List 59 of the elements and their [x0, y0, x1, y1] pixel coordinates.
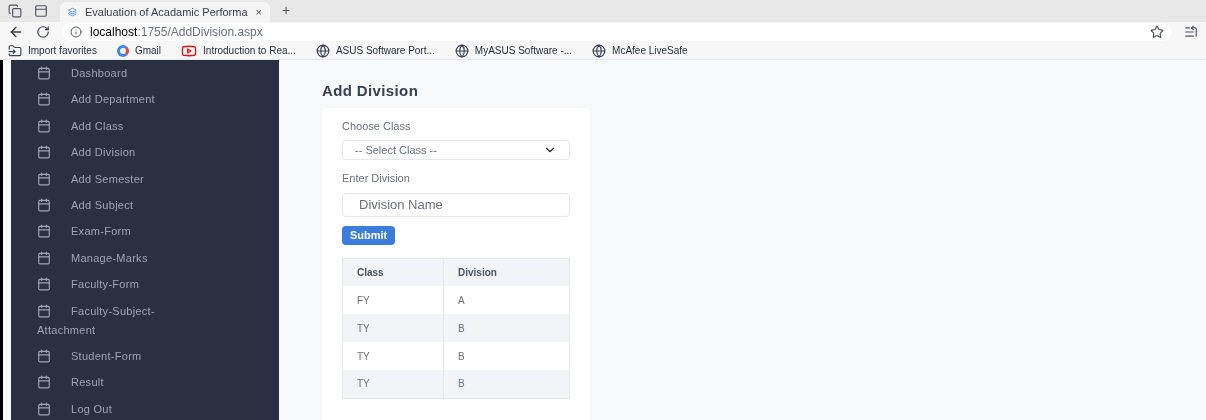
calendar-icon [37, 375, 51, 390]
sidebar-item[interactable]: Manage-Marks [37, 248, 197, 268]
sidebar-item[interactable]: Add Subject [37, 195, 197, 215]
division-input[interactable]: Division Name [342, 192, 570, 217]
g-logo-icon [116, 44, 129, 57]
calendar-icon [37, 66, 51, 81]
sidebar-item[interactable]: Add Class [37, 116, 197, 136]
calendar-icon [37, 250, 51, 265]
sidebar-item[interactable]: Add Division [37, 143, 197, 163]
sidebar-icon[interactable] [34, 4, 48, 18]
calendar-icon [37, 349, 51, 363]
bookmark[interactable]: Introduction to Rea... [181, 42, 296, 59]
sidebar-item[interactable]: Faculty-Form [37, 275, 197, 295]
layers-icon [68, 5, 77, 19]
browser-tab[interactable]: Evaluation of Acadamic Performa × [60, 2, 270, 22]
sidebar-item[interactable]: Log Out [37, 399, 197, 419]
calendar-icon [37, 171, 51, 186]
field-label: Choose Class [342, 118, 412, 134]
back-icon[interactable] [8, 24, 24, 40]
tabs-icon[interactable] [8, 4, 22, 18]
address-field[interactable]: localhost:1755/AddDivision.aspx [62, 23, 1172, 41]
calendar-icon [37, 401, 51, 416]
bookmark[interactable]: McAfee LiveSafe [592, 43, 688, 58]
table-cell: B [443, 370, 570, 398]
bookmark[interactable]: ASUS Software Port... [315, 43, 435, 58]
field-label: Enter Division [342, 171, 411, 186]
sidebar-item[interactable]: Result [37, 373, 197, 393]
reload-icon[interactable] [36, 25, 50, 39]
info-icon [70, 26, 82, 38]
globe-icon [592, 43, 607, 58]
tab-title: Evaluation of Acadamic Performa [84, 4, 248, 20]
calendar-icon [37, 118, 51, 133]
sidebar-item[interactable]: Student-Form [37, 346, 197, 366]
close-button[interactable]: × [255, 3, 262, 21]
calendar-icon [37, 145, 51, 160]
submit-button[interactable]: Submit [342, 225, 396, 245]
sidebar-item[interactable]: Faculty-Subject-Attachment [37, 301, 197, 340]
new-tab-button[interactable]: + [282, 0, 291, 20]
url-text: localhost:1755/AddDivision.aspx [90, 24, 263, 41]
calendar-icon [37, 277, 51, 292]
sidebar-item[interactable]: Add Semester [37, 169, 197, 189]
bookmark[interactable]: Gmail [116, 43, 162, 58]
page-title: Add Division [322, 81, 420, 101]
globe-icon [454, 43, 469, 58]
table-cell: TY [342, 370, 444, 398]
calendar-icon [37, 198, 51, 213]
sidebar-item[interactable]: Dashboard [37, 64, 197, 83]
bookmark[interactable]: Import favorites [8, 43, 97, 58]
favorites-icon[interactable] [1184, 25, 1198, 39]
sidebar-item[interactable]: Exam-Form [37, 222, 197, 242]
folder-icon [8, 43, 22, 58]
bookmark[interactable]: MyASUS Software -... [454, 43, 573, 58]
calendar-icon [37, 224, 51, 239]
calendar-icon [37, 303, 51, 318]
globe-icon [315, 43, 330, 58]
class-select[interactable]: -- Select Class -- [342, 140, 570, 160]
calendar-icon [37, 92, 51, 107]
star-icon[interactable] [1150, 25, 1164, 39]
sidebar-item[interactable]: Add Department [37, 90, 197, 110]
